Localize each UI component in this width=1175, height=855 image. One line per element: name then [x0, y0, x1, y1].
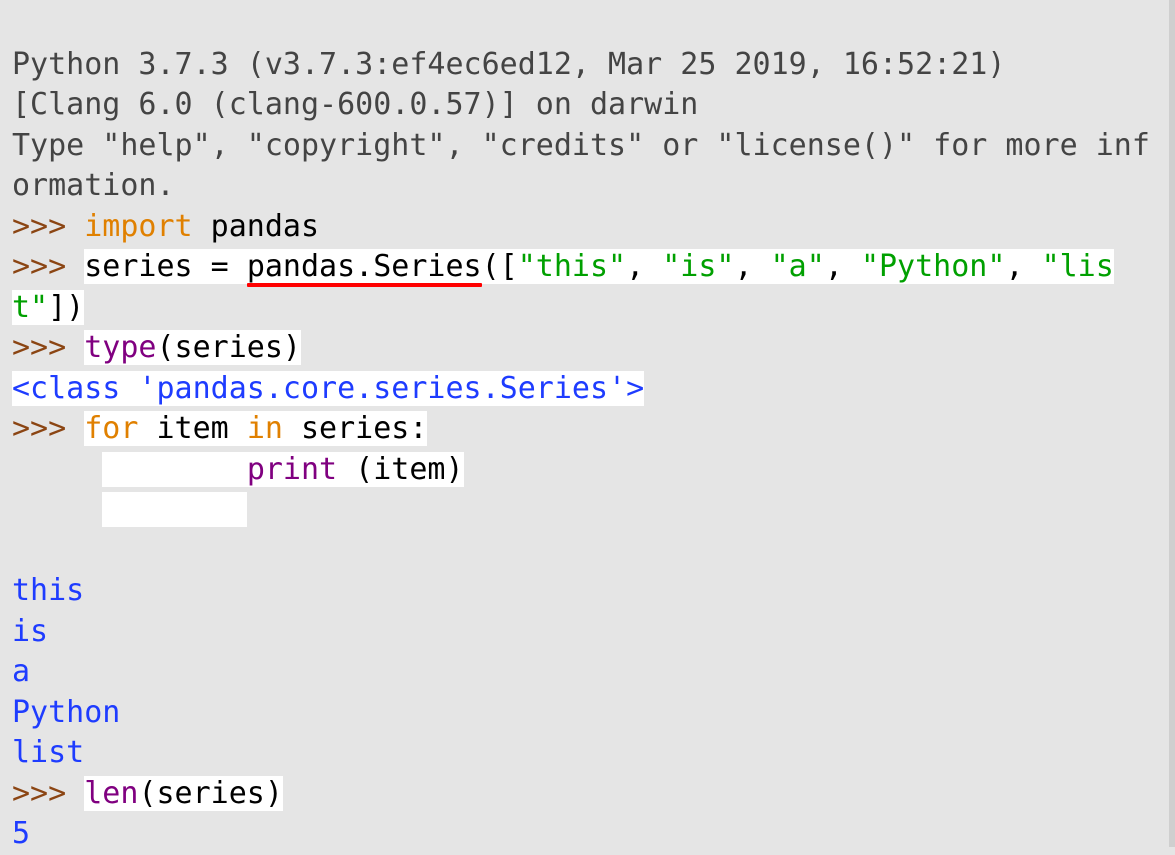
keyword-in: in: [247, 411, 283, 446]
output-loop-line: this: [12, 573, 84, 608]
code-blank-body: [102, 492, 247, 527]
call-args: (series): [157, 330, 302, 365]
output-loop-line: a: [12, 654, 30, 689]
code-len-call: len(series): [84, 776, 283, 811]
code-series-assign: series = pandas.Series(["this", "is", "a…: [12, 249, 1114, 325]
call-text: pandas.Series: [247, 249, 482, 284]
pandas-series-call: pandas.Series: [247, 249, 482, 284]
continuation-indent: [12, 452, 102, 487]
prompt: >>>: [12, 330, 84, 365]
keyword-import: import: [84, 209, 192, 244]
code-for-loop: for item in series:: [84, 411, 427, 446]
output-loop-line: Python: [12, 695, 120, 730]
call-args: (item): [337, 452, 463, 487]
string-literal: "is": [662, 249, 734, 284]
red-underline-icon: [247, 283, 482, 287]
continuation-indent: [12, 492, 102, 527]
output-type-result: <class 'pandas.core.series.Series'>: [12, 371, 644, 406]
prompt: >>>: [12, 249, 84, 284]
code-print-call: print (item): [102, 452, 463, 487]
builtin-len: len: [84, 776, 138, 811]
for-var: item: [138, 411, 246, 446]
builtin-print: print: [247, 452, 337, 487]
python-shell[interactable]: Python 3.7.3 (v3.7.3:ef4ec6ed12, Mar 25 …: [12, 4, 1163, 855]
comma: ,: [735, 249, 771, 284]
shell-header-line1: Python 3.7.3 (v3.7.3:ef4ec6ed12, Mar 25 …: [12, 47, 1023, 82]
var-assign: series =: [84, 249, 247, 284]
prompt: >>>: [12, 411, 84, 446]
code-type-call: type(series): [84, 330, 301, 365]
for-iter: series:: [283, 411, 428, 446]
output-loop-line: is: [12, 614, 48, 649]
bracket-open: ([: [482, 249, 518, 284]
string-literal: "a": [771, 249, 825, 284]
indent: [102, 452, 247, 487]
scrollbar[interactable]: [1169, 0, 1175, 847]
output-loop-line: list: [12, 735, 84, 770]
string-literal: "this": [518, 249, 626, 284]
prompt: >>>: [12, 776, 84, 811]
comma: ,: [825, 249, 861, 284]
comma: ,: [626, 249, 662, 284]
import-target: pandas: [193, 209, 319, 244]
bracket-close: ]): [48, 290, 84, 325]
prompt: >>>: [12, 209, 84, 244]
call-args: (series): [138, 776, 283, 811]
shell-header-line3: Type "help", "copyright", "credits" or "…: [12, 128, 1150, 204]
keyword-for: for: [84, 411, 138, 446]
comma: ,: [1005, 249, 1041, 284]
string-literal: "Python": [861, 249, 1006, 284]
builtin-type: type: [84, 330, 156, 365]
shell-header-line2: [Clang 6.0 (clang-600.0.57)] on darwin: [12, 87, 698, 122]
output-len-result: 5: [12, 816, 30, 851]
